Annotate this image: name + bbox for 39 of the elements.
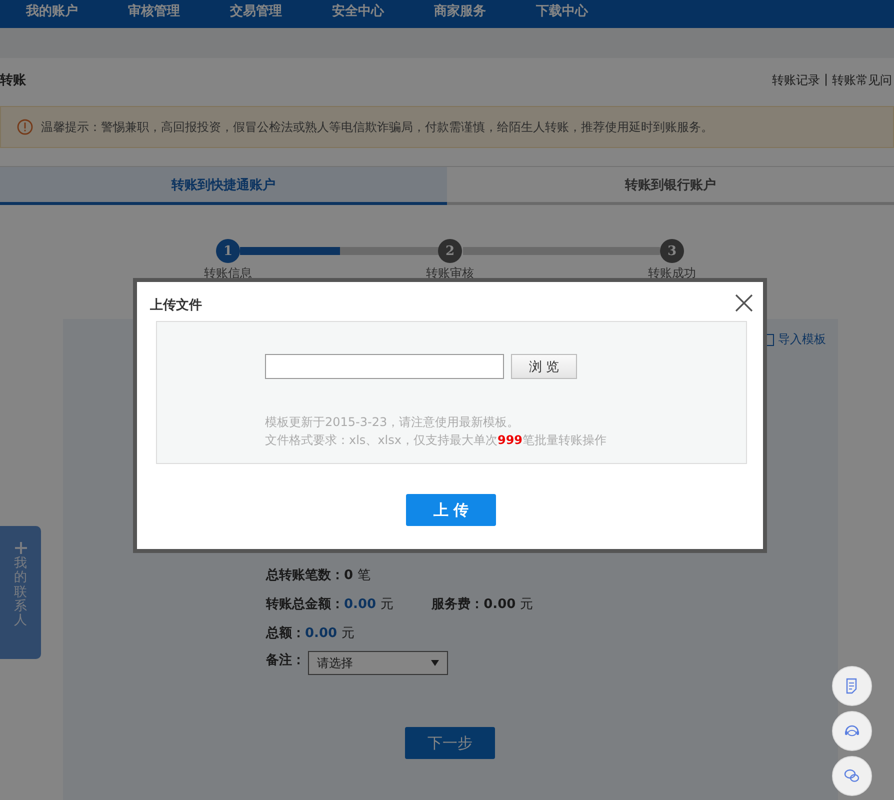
hint-text: 文件格式要求：xls、xlsx，仅支持最大单次999笔批量转账操作: [265, 432, 607, 449]
remark-label: 备注：: [266, 652, 305, 669]
summary-text: 总额：0.00 元: [266, 624, 355, 642]
plus-icon: [14, 542, 26, 554]
notice-text: 温馨提示：警惕兼职，高回报投资，假冒公检法或熟人等电信欺诈骗局，付款需谨慎，给陌生人转账，推荐使用延时到账服务。: [41, 118, 713, 136]
header-link[interactable]: 转账常见问: [832, 72, 892, 88]
summary-text: 总转账笔数：0 笔: [266, 567, 371, 584]
contacts-tab[interactable]: 我的联系人: [0, 526, 41, 659]
chat-button[interactable]: [832, 756, 872, 796]
link-separator: |: [824, 72, 828, 88]
step-number: 2: [438, 239, 462, 263]
caret-icon: [431, 660, 439, 666]
dialog-title: 上传文件: [150, 296, 202, 314]
file-path-field[interactable]: [265, 354, 504, 379]
document-button[interactable]: [832, 666, 872, 706]
upload-button[interactable]: 上 传: [406, 494, 496, 526]
nav-item[interactable]: 审核管理: [128, 0, 230, 28]
remark-dropdown[interactable]: 请选择: [308, 651, 448, 675]
nav-item[interactable]: 交易管理: [230, 0, 332, 28]
chat-bubbles-icon: [843, 767, 861, 785]
nav-item[interactable]: 安全中心: [332, 0, 434, 28]
step-number: 1: [216, 239, 240, 263]
step-number: 3: [660, 239, 684, 263]
support-button[interactable]: [832, 711, 872, 751]
step-label: 转账成功: [648, 265, 696, 282]
summary-text: 服务费：0.00 元: [432, 596, 534, 613]
next-button[interactable]: 下一步: [405, 727, 495, 759]
warning-icon: [17, 119, 33, 135]
header-link[interactable]: 转账记录: [772, 72, 820, 88]
hint-text: 模板更新于2015-3-23，请注意使用最新模板。: [265, 414, 520, 431]
tab[interactable]: 转账到快捷通账户: [0, 167, 447, 205]
close-icon[interactable]: [735, 294, 753, 312]
nav-item[interactable]: 下载中心: [536, 0, 638, 28]
nav-item[interactable]: 商家服务: [434, 0, 536, 28]
browse-button[interactable]: 浏 览: [511, 354, 577, 379]
page-title: 转账: [0, 72, 26, 89]
step-label: 转账审核: [426, 265, 474, 282]
nav-item[interactable]: 我的账户: [26, 0, 128, 28]
summary-text: 转账总金额：0.00 元: [266, 596, 394, 613]
